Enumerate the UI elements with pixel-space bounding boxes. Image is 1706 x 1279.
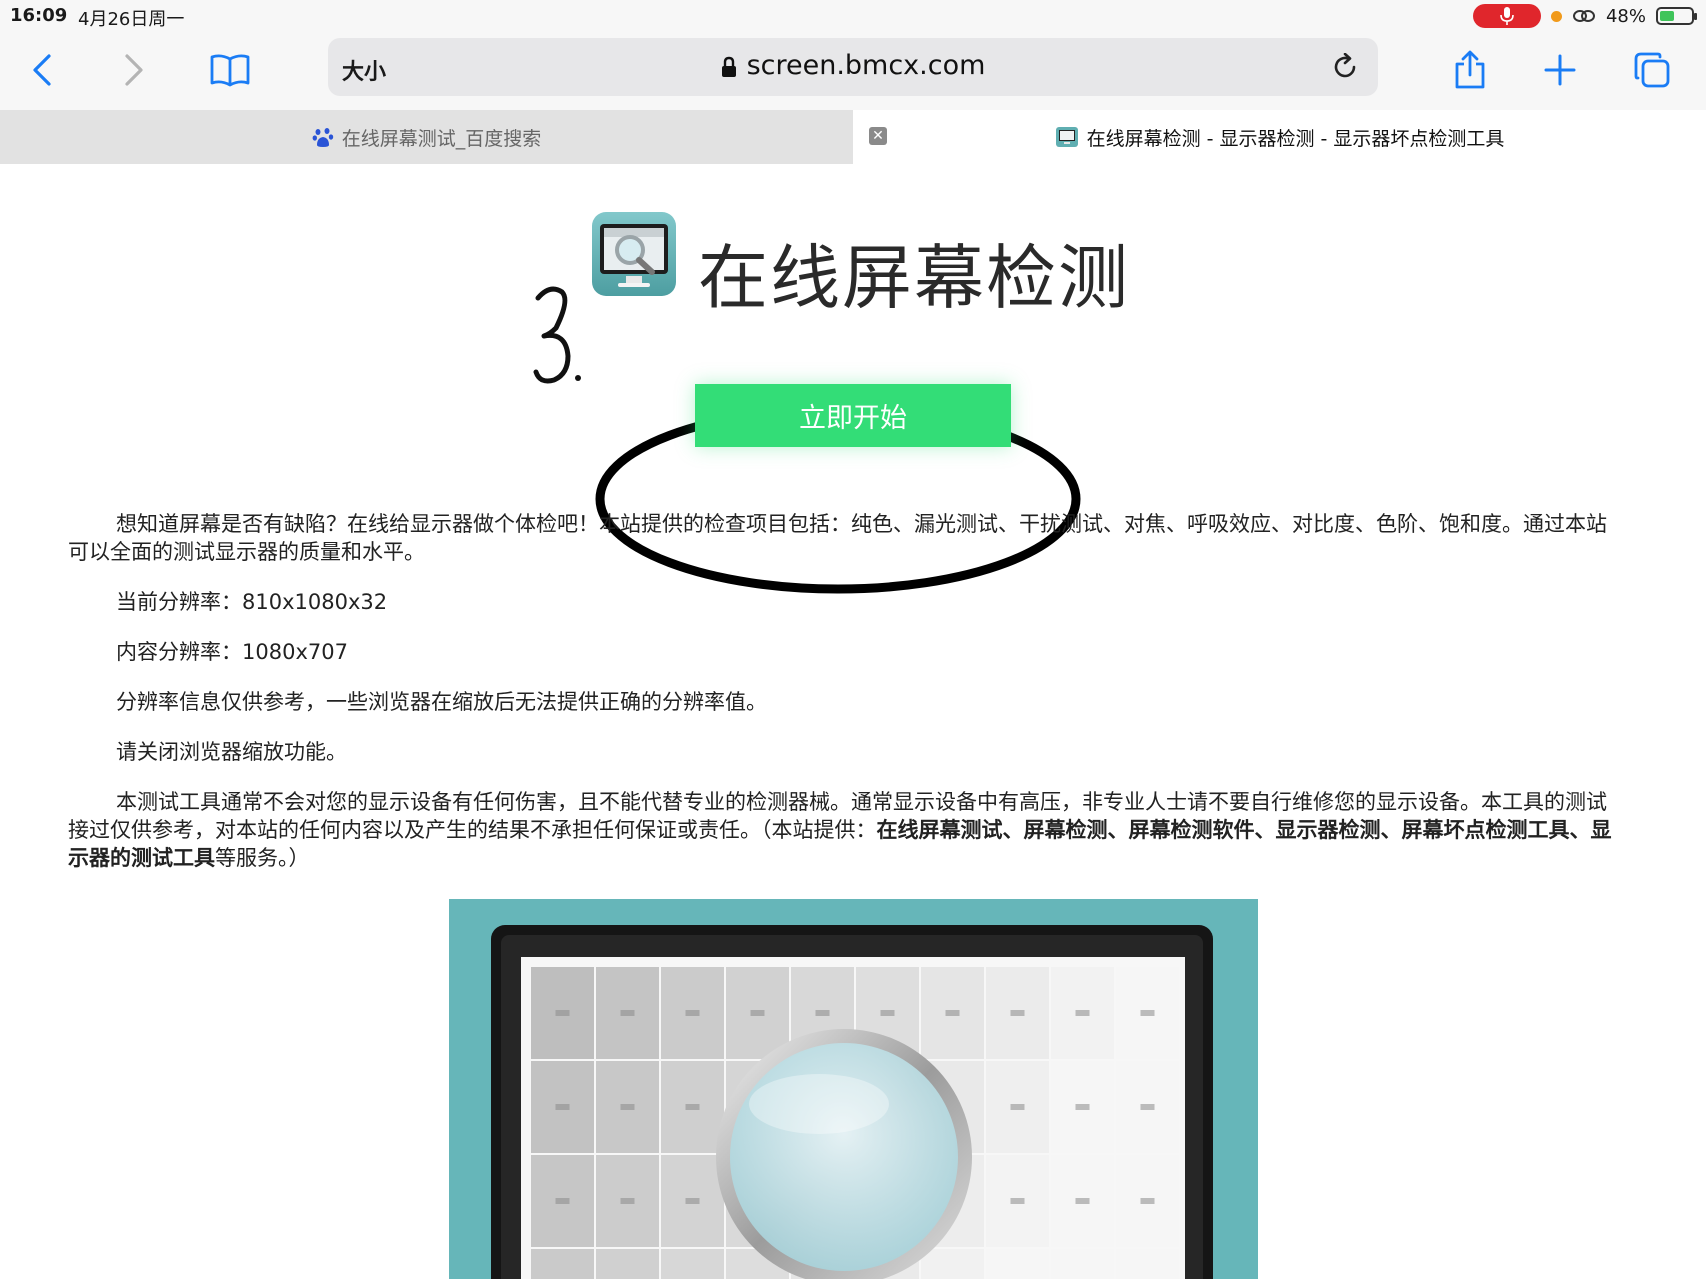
lock-icon: [721, 56, 736, 77]
disclaimer-end: 等服务。）: [215, 846, 310, 870]
tab-bar: 在线屏幕测试_百度搜索 ✕ 在线屏幕检测 - 显示器检测 - 显示器坏点检测工具: [0, 110, 1706, 164]
reload-button[interactable]: [1322, 44, 1368, 90]
chevron-right-icon: [125, 54, 143, 86]
chevron-left-icon: [33, 54, 51, 86]
grid-cell-label-mark: [685, 1198, 700, 1204]
hero-illustration: [449, 899, 1258, 1279]
start-test-button[interactable]: 立即开始: [695, 384, 1011, 447]
grid-cell-label-mark: [555, 1104, 570, 1110]
disclaimer-paragraph: 本测试工具通常不会对您的显示设备有任何伤害，且不能代替专业的检测器械。通常显示设…: [68, 788, 1622, 872]
link-icon: [1572, 10, 1595, 22]
grid-cell-label-mark: [1075, 1198, 1090, 1204]
baidu-paw-icon: [312, 128, 333, 147]
battery-fill: [1660, 11, 1675, 21]
grid-cell-label-mark: [1010, 1010, 1025, 1016]
forward-button[interactable]: [108, 44, 160, 96]
back-button[interactable]: [16, 44, 68, 96]
grid-cell-label-mark: [620, 1198, 635, 1204]
current-resolution-value: 810x1080x32: [242, 590, 388, 614]
book-icon: [210, 54, 250, 87]
grid-cell: [1116, 1249, 1179, 1279]
tab-title: 在线屏幕测试_百度搜索: [341, 127, 542, 150]
microphone-icon: [1500, 7, 1514, 25]
share-icon: [1455, 50, 1485, 89]
close-icon: ✕: [872, 128, 884, 144]
status-right: 48%: [1472, 4, 1697, 28]
grid-cell: [596, 1249, 659, 1279]
tabs-icon: [1634, 52, 1670, 88]
current-resolution-label: 当前分辨率：: [116, 590, 242, 614]
zoom-note: 请关闭浏览器缩放功能。: [116, 740, 347, 764]
grid-cell-label-mark: [1140, 1198, 1155, 1204]
grid-cell-label-mark: [815, 1010, 830, 1016]
plus-icon: [1544, 54, 1576, 86]
content-resolution-value: 1080x707: [242, 640, 348, 664]
microphone-indicator: [1472, 4, 1541, 28]
address-bar[interactable]: 大小 screen.bmcx.com: [328, 38, 1378, 96]
battery-icon: [1656, 7, 1697, 25]
status-time: 16:09: [10, 5, 68, 26]
battery-percent: 48%: [1605, 5, 1646, 27]
monitor-magnifier-illustration: [491, 925, 1213, 1279]
intro-paragraph: 想知道屏幕是否有缺陷？在线给显示器做个体检吧！本站提供的检查项目包括：纯色、漏光…: [68, 512, 1607, 564]
handwritten-annotation: 3.: [528, 284, 581, 384]
monitor-favicon-icon: [1055, 127, 1078, 147]
tab-screen-test[interactable]: ✕ 在线屏幕检测 - 显示器检测 - 显示器坏点检测工具: [853, 110, 1706, 164]
grid-cell-label-mark: [555, 1198, 570, 1204]
grid-cell: [661, 1249, 724, 1279]
site-logo-monitor-icon: [592, 212, 676, 296]
grid-cell: [921, 1249, 984, 1279]
web-page: 在线屏幕检测 3. 立即开始 想知道屏幕是否有缺陷？在线给显示器做个体检吧！本站…: [0, 164, 1706, 1279]
annotation-text: 3.: [528, 284, 530, 285]
share-button[interactable]: [1444, 44, 1496, 96]
grid-cell-label-mark: [1140, 1104, 1155, 1110]
tab-close-button[interactable]: ✕: [869, 127, 887, 145]
grid-cell: [531, 1249, 594, 1279]
privacy-dot-icon: [1550, 10, 1562, 22]
tabs-overview-button[interactable]: [1626, 44, 1678, 96]
grid-cell-label-mark: [750, 1010, 765, 1016]
current-resolution-line: 当前分辨率：810x1080x32: [68, 588, 1622, 616]
browser-toolbar: 大小 screen.bmcx.com: [0, 32, 1706, 110]
grid-cell: [986, 1249, 1049, 1279]
url-text: screen.bmcx.com: [746, 50, 986, 81]
grid-cell-label-mark: [945, 1010, 960, 1016]
grid-cell-label-mark: [620, 1104, 635, 1110]
grid-cell-label-mark: [1010, 1198, 1025, 1204]
grid-cell-label-mark: [1075, 1010, 1090, 1016]
grid-cell-label-mark: [685, 1104, 700, 1110]
site-title: 在线屏幕检测: [698, 237, 1130, 319]
grid-cell: [1051, 1249, 1114, 1279]
grid-cell-label-mark: [1140, 1010, 1155, 1016]
content-resolution-line: 内容分辨率：1080x707: [68, 638, 1622, 666]
reload-icon: [1334, 53, 1356, 78]
bookmarks-button[interactable]: [204, 44, 256, 96]
grid-cell-label-mark: [880, 1010, 895, 1016]
grid-cell-label-mark: [555, 1010, 570, 1016]
grid-cell-label-mark: [620, 1010, 635, 1016]
url-display[interactable]: screen.bmcx.com: [328, 50, 1378, 81]
grid-cell-label-mark: [1075, 1104, 1090, 1110]
status-bar: 16:09 4月26日周一 48%: [0, 0, 1706, 32]
grid-cell-label-mark: [1010, 1104, 1025, 1110]
new-tab-button[interactable]: [1534, 44, 1586, 96]
tab-title: 在线屏幕检测 - 显示器检测 - 显示器坏点检测工具: [1086, 127, 1505, 150]
resolution-note: 分辨率信息仅供参考，一些浏览器在缩放后无法提供正确的分辨率值。: [116, 690, 767, 714]
grid-cell-label-mark: [685, 1010, 700, 1016]
page-content: 想知道屏幕是否有缺陷？在线给显示器做个体检吧！本站提供的检查项目包括：纯色、漏光…: [68, 510, 1622, 894]
tab-baidu-search[interactable]: 在线屏幕测试_百度搜索: [0, 110, 853, 164]
content-resolution-label: 内容分辨率：: [116, 640, 242, 664]
status-date: 4月26日周一: [78, 9, 185, 30]
